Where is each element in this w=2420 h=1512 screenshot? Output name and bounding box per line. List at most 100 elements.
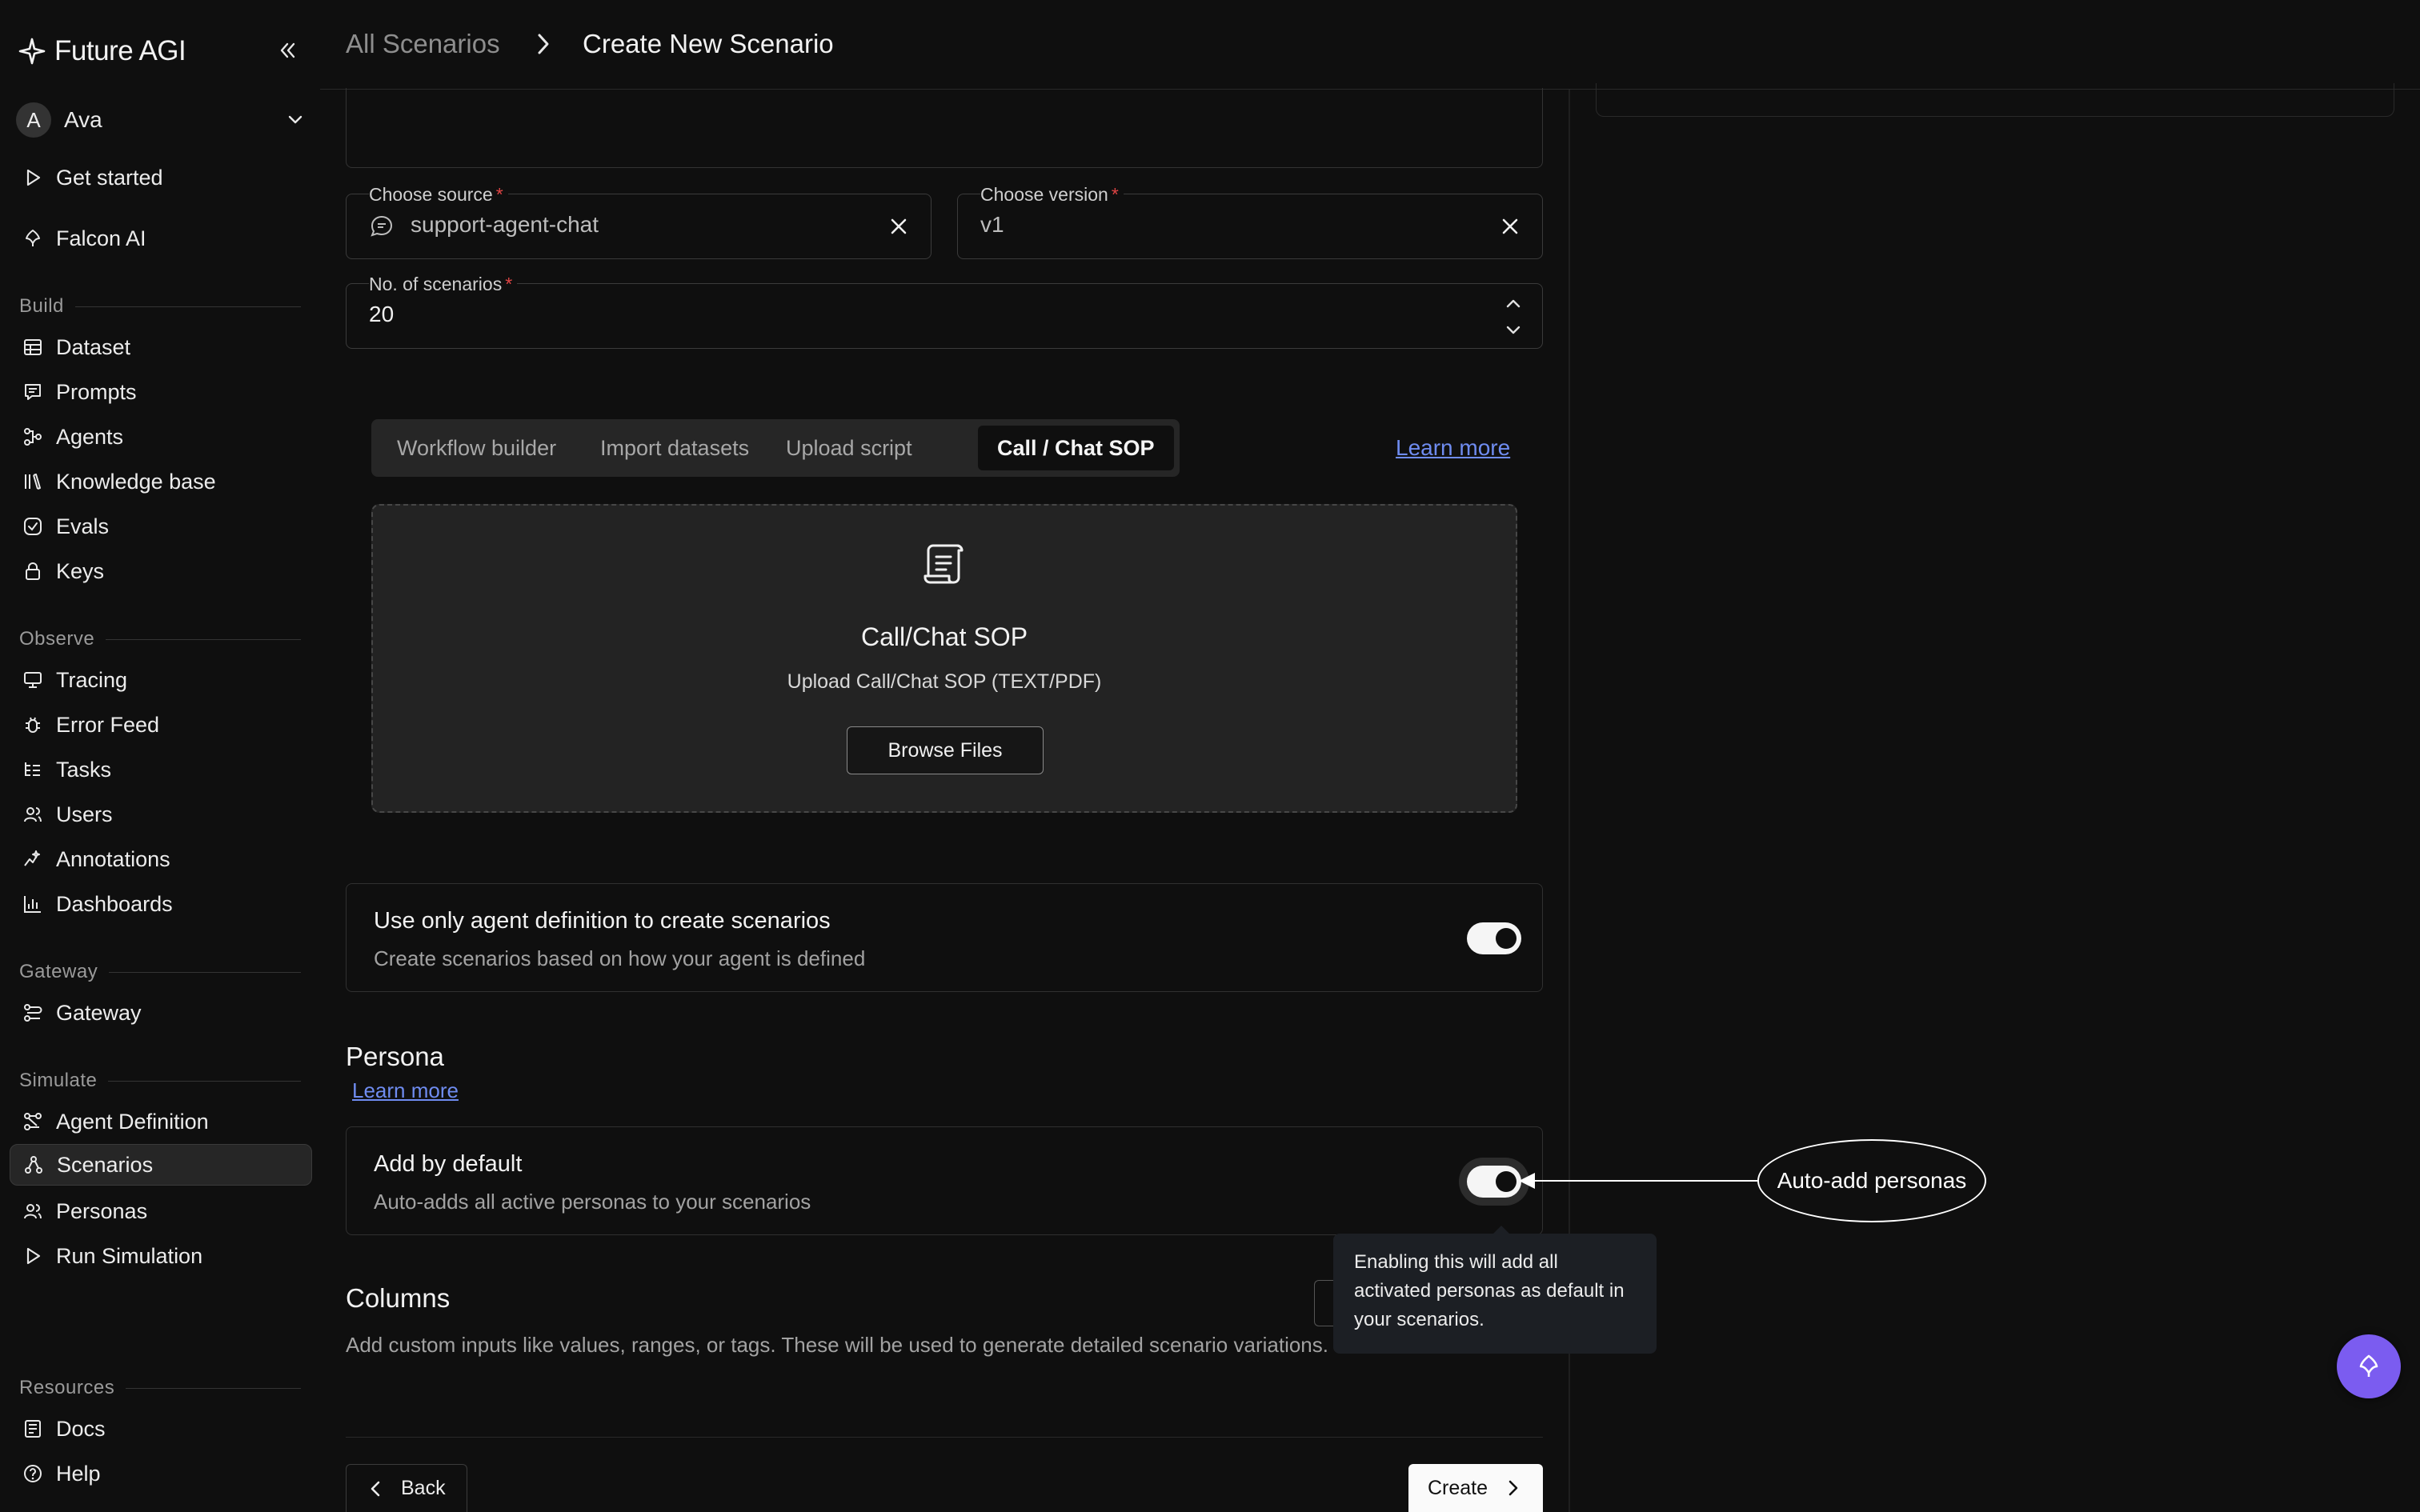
play-icon — [21, 166, 45, 190]
future-agi-logo-icon — [18, 37, 46, 66]
brand-logo[interactable]: Future AGI — [18, 34, 186, 69]
sidebar-item-dashboards[interactable]: Dashboards — [10, 883, 312, 925]
falcon-icon — [2359, 1354, 2378, 1377]
add-by-default-title: Add by default — [374, 1151, 523, 1177]
scenarios-icon — [22, 1153, 46, 1177]
agents-icon — [21, 425, 45, 449]
double-chevron-left-icon — [280, 42, 295, 58]
collapse-sidebar-button[interactable] — [274, 37, 301, 64]
source-tabs: Workflow builder Import datasets Upload … — [371, 419, 1180, 477]
annotation-arrow-head — [1519, 1173, 1535, 1189]
sidebar-item-agents[interactable]: Agents — [10, 416, 312, 458]
workflow-icon — [21, 1110, 45, 1134]
chevron-right-icon — [1508, 1480, 1518, 1496]
script-file-icon — [922, 539, 970, 589]
create-button[interactable]: Create — [1408, 1464, 1543, 1512]
section-observe: Observe — [19, 627, 301, 651]
tab-import-datasets[interactable]: Import datasets — [581, 426, 768, 470]
sidebar-item-docs[interactable]: Docs — [10, 1408, 312, 1450]
sidebar-item-error-feed[interactable]: Error Feed — [10, 704, 312, 746]
section-gateway: Gateway — [19, 960, 301, 984]
scenarios-count-value: 20 — [369, 302, 395, 326]
choose-version-select[interactable]: Choose version * v1 — [957, 183, 1543, 259]
breadcrumb-all-scenarios[interactable]: All Scenarios — [346, 29, 500, 59]
tab-call-chat-sop[interactable]: Call / Chat SOP — [978, 426, 1174, 470]
monitor-icon — [21, 668, 45, 692]
sidebar-item-run-simulation[interactable]: Run Simulation — [10, 1235, 312, 1277]
user-switcher[interactable]: A Ava — [16, 102, 306, 138]
sidebar-item-help[interactable]: Help — [10, 1453, 312, 1494]
dropzone-title: Call/Chat SOP — [860, 622, 1028, 651]
stepper-icon[interactable] — [1504, 295, 1523, 338]
footer-divider — [346, 1437, 1543, 1438]
section-build: Build — [19, 294, 301, 318]
sidebar-item-prompts[interactable]: Prompts — [10, 371, 312, 413]
description-textarea[interactable] — [346, 88, 1543, 168]
tooltip-caret — [1493, 1226, 1509, 1234]
chevron-right-icon — [533, 30, 554, 58]
choose-source-select[interactable]: Choose source * support-agent-chat — [346, 183, 932, 259]
agent-definition-title: Use only agent definition to create scen… — [374, 908, 831, 934]
clear-version-button[interactable] — [1496, 212, 1525, 241]
agent-definition-card: Use only agent definition to create scen… — [346, 883, 1543, 992]
sidebar-item-tracing[interactable]: Tracing — [10, 659, 312, 701]
sidebar-item-keys[interactable]: Keys — [10, 550, 312, 592]
learn-more-link[interactable]: Learn more — [1396, 435, 1510, 461]
agent-definition-toggle[interactable] — [1467, 922, 1521, 954]
scenarios-count-input[interactable]: No. of scenarios * 20 — [346, 273, 1543, 349]
gateway-icon — [21, 1001, 45, 1025]
persona-learn-more-link[interactable]: Learn more — [352, 1078, 459, 1103]
sop-upload-dropzone[interactable]: Call/Chat SOP Upload Call/Chat SOP (TEXT… — [371, 504, 1517, 813]
sidebar-item-dataset[interactable]: Dataset — [10, 326, 312, 368]
sidebar-item-agent-definition[interactable]: Agent Definition — [10, 1101, 312, 1142]
sidebar-item-falcon-ai[interactable]: Falcon AI — [10, 218, 312, 259]
play-icon — [21, 1244, 45, 1268]
clear-source-button[interactable] — [884, 212, 913, 241]
sidebar-item-tasks[interactable]: Tasks — [10, 749, 312, 790]
sidebar: Future AGI A Ava Get started Falcon AI B… — [0, 0, 320, 1512]
tab-upload-script[interactable]: Upload script — [767, 426, 932, 470]
falcon-icon — [21, 226, 45, 250]
source-value: support-agent-chat — [411, 212, 599, 237]
sidebar-item-users[interactable]: Users — [10, 794, 312, 835]
columns-heading: Columns — [346, 1283, 451, 1313]
docs-icon — [21, 1417, 45, 1441]
chevron-left-icon — [371, 1481, 380, 1496]
sparkle-icon — [21, 847, 45, 871]
prompt-icon — [21, 380, 45, 404]
sidebar-item-evals[interactable]: Evals — [10, 506, 312, 547]
chat-icon — [369, 214, 395, 239]
table-icon — [21, 335, 45, 359]
sidebar-item-get-started[interactable]: Get started — [10, 157, 312, 198]
lock-icon — [21, 559, 45, 583]
close-icon — [1502, 218, 1518, 234]
add-by-default-subtitle: Auto-adds all active personas to your sc… — [374, 1190, 811, 1214]
section-simulate: Simulate — [19, 1069, 301, 1093]
sidebar-item-gateway[interactable]: Gateway — [10, 992, 312, 1034]
back-button[interactable]: Back — [346, 1464, 467, 1512]
section-resources: Resources — [19, 1376, 301, 1400]
sidebar-item-scenarios[interactable]: Scenarios — [10, 1144, 312, 1186]
sidebar-item-annotations[interactable]: Annotations — [10, 838, 312, 880]
falcon-assistant-button[interactable] — [2337, 1334, 2401, 1398]
avatar: A — [16, 102, 51, 138]
personas-icon — [21, 1199, 45, 1223]
right-panel-card — [1596, 83, 2394, 117]
columns-description: Add custom inputs like values, ranges, o… — [346, 1333, 1328, 1357]
tab-workflow-builder[interactable]: Workflow builder — [378, 426, 575, 470]
dropzone-subtitle: Upload Call/Chat SOP (TEXT/PDF) — [787, 670, 1102, 693]
page-title: Create New Scenario — [583, 29, 834, 58]
users-icon — [21, 802, 45, 826]
persona-heading: Persona — [346, 1042, 444, 1071]
add-by-default-toggle[interactable] — [1467, 1166, 1521, 1198]
brand-name: Future AGI — [54, 35, 186, 66]
annotation-arrow-line — [1533, 1180, 1757, 1182]
chevron-down-icon — [288, 115, 302, 124]
tasks-icon — [21, 758, 45, 782]
browse-files-button[interactable]: Browse Files — [847, 726, 1044, 774]
sidebar-item-personas[interactable]: Personas — [10, 1190, 312, 1232]
tooltip: Enabling this will add all activated per… — [1333, 1234, 1657, 1354]
sidebar-item-knowledge-base[interactable]: Knowledge base — [10, 461, 312, 502]
user-name: Ava — [64, 107, 102, 132]
add-by-default-card: Add by default Auto-adds all active pers… — [346, 1126, 1543, 1235]
